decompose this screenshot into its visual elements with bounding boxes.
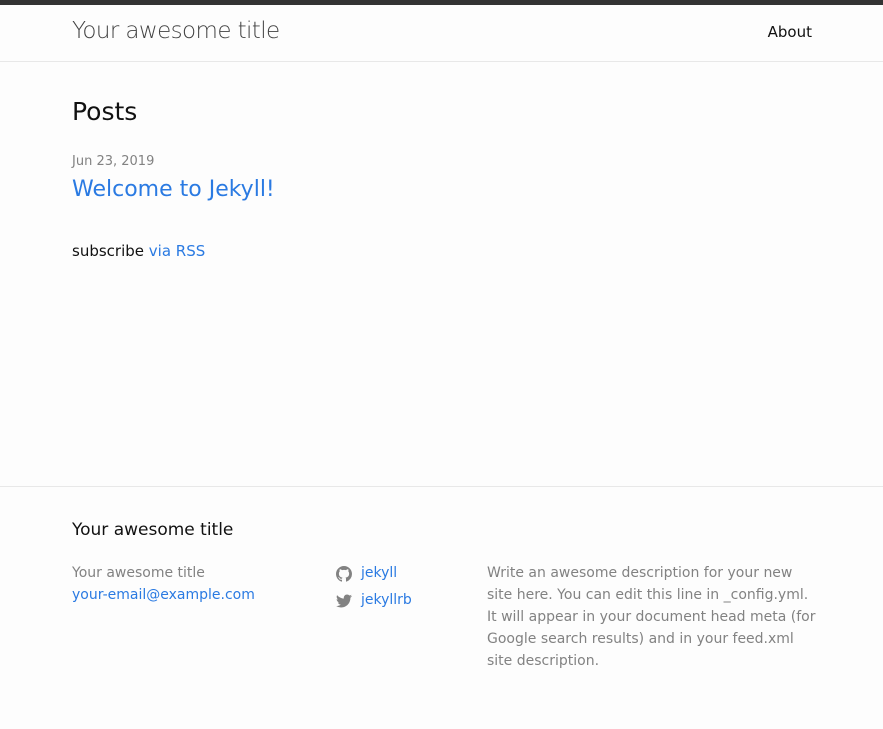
- post-date: Jun 23, 2019: [72, 154, 155, 169]
- footer-heading: Your awesome title: [72, 520, 234, 540]
- twitter-icon: [336, 594, 352, 607]
- footer-description: Write an awesome description for your ne…: [487, 565, 816, 669]
- site-footer: Your awesome title Your awesome title yo…: [0, 486, 883, 729]
- site-title-link[interactable]: Your awesome title: [72, 18, 280, 44]
- site-header: Your awesome title About: [0, 0, 883, 62]
- rss-subscribe: subscribe via RSS: [72, 242, 205, 260]
- nav-link-about[interactable]: About: [768, 23, 812, 41]
- page-heading: Posts: [72, 97, 138, 126]
- social-link-github[interactable]: jekyll: [336, 560, 412, 587]
- rss-link[interactable]: via RSS: [149, 242, 205, 260]
- github-icon: [336, 565, 352, 582]
- page-content: Posts Jun 23, 2019 Welcome to Jekyll! su…: [0, 62, 883, 486]
- footer-contact-list: Your awesome title your-email@example.co…: [72, 562, 255, 606]
- social-link-twitter[interactable]: jekyllrb: [336, 587, 412, 614]
- footer-social-list: jekyll jekyllrb: [336, 560, 412, 614]
- post-title-link[interactable]: Welcome to Jekyll!: [72, 177, 275, 202]
- footer-email-link[interactable]: your-email@example.com: [72, 587, 255, 603]
- rss-prefix: subscribe: [72, 242, 144, 260]
- footer-site-name: Your awesome title: [72, 565, 205, 581]
- social-label-twitter: jekyllrb: [361, 592, 412, 608]
- social-label-github: jekyll: [361, 565, 398, 581]
